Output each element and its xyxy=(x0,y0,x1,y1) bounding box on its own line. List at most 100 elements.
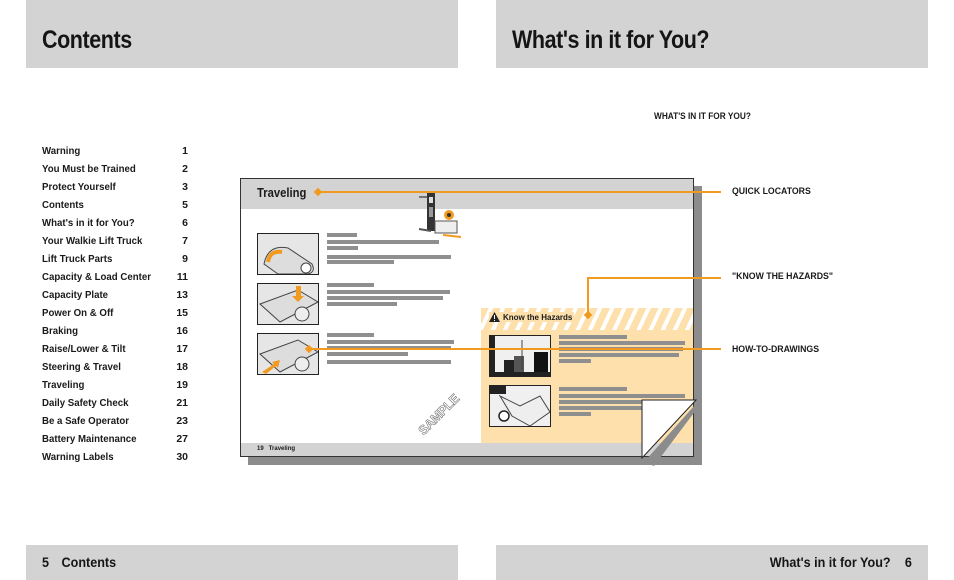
toc-entry[interactable]: Traveling 19 xyxy=(42,377,188,395)
toc-entry-page: 9 xyxy=(182,253,188,265)
text-placeholder xyxy=(327,302,397,306)
toc-entry[interactable]: Steering & Travel 18 xyxy=(42,359,188,377)
toc-entry-page: 21 xyxy=(176,397,188,409)
text-placeholder xyxy=(327,360,451,364)
how-to-drawing-3 xyxy=(257,333,319,375)
toc-entry-page: 27 xyxy=(176,433,188,445)
toc-entry-label: Capacity & Load Center xyxy=(42,271,151,283)
sample-footer-page-number: 19 xyxy=(257,446,264,452)
text-placeholder xyxy=(327,296,443,300)
toc-entry-label: You Must be Trained xyxy=(42,163,136,175)
toc-entry-label: Power On & Off xyxy=(42,307,114,319)
toc-entry-page: 19 xyxy=(176,379,188,391)
toc-entry[interactable]: Battery Maintenance 27 xyxy=(42,431,188,449)
sample-page-title: Traveling xyxy=(257,186,307,200)
toc-entry-label: Warning Labels xyxy=(42,451,114,463)
how-to-drawing-2 xyxy=(257,283,319,325)
toc-entry[interactable]: What's in it for You? 6 xyxy=(42,215,188,233)
text-placeholder xyxy=(327,340,454,344)
text-placeholder xyxy=(327,352,408,356)
know-hazards-leader-line xyxy=(588,277,721,279)
text-placeholder xyxy=(559,341,685,345)
callout-how-to-drawings: HOW-TO-DRAWINGS xyxy=(732,344,820,355)
toc-entry-page: 3 xyxy=(182,181,188,193)
text-placeholder xyxy=(327,240,439,244)
toc-entry-page: 2 xyxy=(182,163,188,175)
text-placeholder xyxy=(559,335,627,339)
toc-entry-page: 15 xyxy=(176,307,188,319)
toc-entry-page: 30 xyxy=(176,451,188,463)
toc-entry-label: Steering & Travel xyxy=(42,361,121,373)
toc-entry[interactable]: You Must be Trained 2 xyxy=(42,161,188,179)
toc-entry-label: Daily Safety Check xyxy=(42,397,129,409)
contents-page-title: Contents xyxy=(42,26,132,54)
toc-entry-label: What's in it for You? xyxy=(42,217,135,229)
toc-entry[interactable]: Warning 1 xyxy=(42,143,188,161)
text-placeholder xyxy=(327,283,374,287)
toc-entry-page: 18 xyxy=(176,361,188,373)
sample-footer-title: Traveling xyxy=(268,446,296,452)
toc-entry-page: 1 xyxy=(182,145,188,157)
toc-entry-label: Battery Maintenance xyxy=(42,433,137,445)
text-placeholder xyxy=(559,387,627,391)
text-placeholder xyxy=(327,290,450,294)
toc-entry-label: Protect Yourself xyxy=(42,181,116,193)
toc-entry-page: 13 xyxy=(176,289,188,301)
section-label: WHAT'S IN IT FOR YOU? xyxy=(654,111,751,121)
toc-entry[interactable]: Your Walkie Lift Truck 7 xyxy=(42,233,188,251)
text-placeholder xyxy=(327,260,394,264)
text-placeholder xyxy=(327,233,357,237)
forklift-icon xyxy=(418,193,462,238)
know-hazards-leader-vertical xyxy=(587,277,589,315)
whats-in-it-page-title: What's in it for You? xyxy=(512,26,710,54)
toc-entry-label: Braking xyxy=(42,325,78,337)
hazard-drawing-2 xyxy=(489,385,551,427)
toc-entry[interactable]: Power On & Off 15 xyxy=(42,305,188,323)
table-of-contents: Warning 1 You Must be Trained 2 Protect Your… xyxy=(42,143,188,467)
footer-page-number: 5 xyxy=(42,554,50,570)
toc-entry[interactable]: Contents 5 xyxy=(42,197,188,215)
toc-entry-label: Capacity Plate xyxy=(42,289,109,301)
toc-entry-page: 6 xyxy=(182,217,188,229)
toc-entry-label: Traveling xyxy=(42,379,85,391)
whats-in-it-footer-text: What's in it for You? 6 xyxy=(770,554,912,570)
toc-entry-label: Be a Safe Operator xyxy=(42,415,129,427)
contents-footer: 5 Contents xyxy=(26,545,458,580)
sample-page-illustration: Traveling SAMPLE Know the Hazards 19 Tra… xyxy=(240,178,694,457)
footer-page-number: 6 xyxy=(904,554,912,570)
text-placeholder xyxy=(559,353,679,357)
text-placeholder xyxy=(327,246,358,250)
callout-quick-locators: QUICK LOCATORS xyxy=(732,186,811,197)
sample-page-header: Traveling xyxy=(241,179,693,209)
toc-entry-page: 16 xyxy=(176,325,188,337)
hazard-title-text: Know the Hazards xyxy=(503,312,573,322)
contents-footer-text: 5 Contents xyxy=(42,554,116,570)
toc-entry[interactable]: Be a Safe Operator 23 xyxy=(42,413,188,431)
toc-entry-label: Your Walkie Lift Truck xyxy=(42,235,143,247)
whats-in-it-header: What's in it for You? xyxy=(496,0,928,68)
text-placeholder xyxy=(327,255,451,259)
text-placeholder xyxy=(327,333,374,337)
toc-entry-label: Lift Truck Parts xyxy=(42,253,113,265)
hazard-title: Know the Hazards xyxy=(489,312,575,322)
toc-entry[interactable]: Protect Yourself 3 xyxy=(42,179,188,197)
how-to-drawing-1 xyxy=(257,233,319,275)
toc-entry[interactable]: Capacity & Load Center 11 xyxy=(42,269,188,287)
toc-entry[interactable]: Daily Safety Check 21 xyxy=(42,395,188,413)
toc-entry-label: Raise/Lower & Tilt xyxy=(42,343,126,355)
toc-entry-page: 5 xyxy=(182,199,188,211)
toc-entry[interactable]: Capacity Plate 13 xyxy=(42,287,188,305)
text-placeholder xyxy=(559,359,591,363)
toc-entry[interactable]: Lift Truck Parts 9 xyxy=(42,251,188,269)
toc-entry[interactable]: Braking 16 xyxy=(42,323,188,341)
contents-header: Contents xyxy=(26,0,458,68)
quick-locators-leader-line xyxy=(318,191,721,193)
sample-stamp: SAMPLE xyxy=(415,391,462,438)
how-to-drawings-leader-line xyxy=(309,348,721,350)
toc-entry[interactable]: Warning Labels 30 xyxy=(42,449,188,467)
text-placeholder xyxy=(559,412,591,416)
toc-entry-label: Warning xyxy=(42,145,81,157)
toc-entry-page: 23 xyxy=(176,415,188,427)
toc-entry-page: 7 xyxy=(182,235,188,247)
toc-entry[interactable]: Raise/Lower & Tilt 17 xyxy=(42,341,188,359)
